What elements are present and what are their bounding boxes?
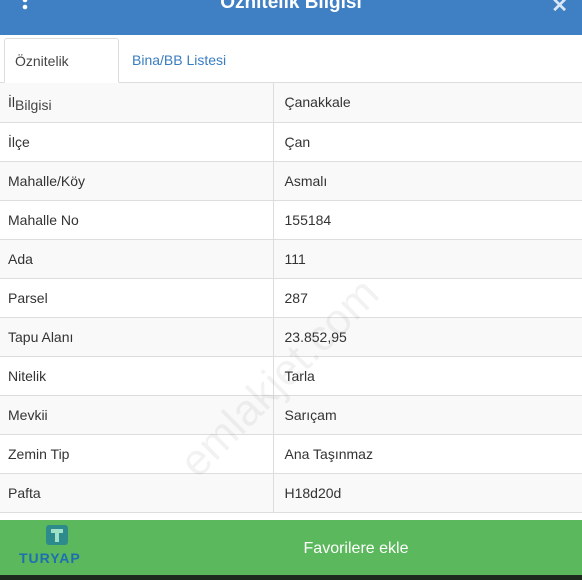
- table-row: Tapu Alanı 23.852,95: [0, 317, 582, 357]
- tab-bina-bb-listesi[interactable]: Bina/BB Listesi: [122, 38, 236, 83]
- table-row: Nitelik Tarla: [0, 356, 582, 396]
- attribute-key: Nitelik: [0, 356, 274, 396]
- footer-bar: TURYAP Favorilere ekle: [0, 520, 582, 580]
- table-row: Zemin Tip Ana Taşınmaz: [0, 434, 582, 474]
- attribute-key: Parsel: [0, 278, 274, 318]
- table-row: Mahalle/Köy Asmalı: [0, 161, 582, 201]
- table-row: İlçe Çan: [0, 122, 582, 162]
- tab-bar: Öznitelik Bilgisi Bina/BB Listesi: [0, 35, 582, 113]
- tab-oznitelik-bilgisi[interactable]: Öznitelik Bilgisi: [4, 38, 119, 113]
- turyap-logo-icon: [46, 525, 68, 545]
- attribute-key: Mevkii: [0, 395, 274, 435]
- table-row: İl Çanakkale: [0, 83, 582, 123]
- attribute-value: H18d20d: [273, 473, 582, 513]
- attribute-value: 155184: [273, 200, 582, 240]
- attribute-value: Çan: [273, 122, 582, 162]
- attribute-value: Çanakkale: [273, 83, 582, 123]
- attribute-value: Tarla: [273, 356, 582, 396]
- logo-text: TURYAP: [19, 550, 81, 566]
- attribute-key: Zemin Tip: [0, 434, 274, 474]
- table-row: Mahalle No 155184: [0, 200, 582, 240]
- attribute-value: Sarıçam: [273, 395, 582, 435]
- attribute-value: 287: [273, 278, 582, 318]
- attribute-key: İlçe: [0, 122, 274, 162]
- attribute-key: Mahalle/Köy: [0, 161, 274, 201]
- attribute-table: İl Çanakkale İlçe Çan Mahalle/Köy Asmalı Mahal…: [0, 83, 582, 520]
- attribute-key: Pafta: [0, 473, 274, 513]
- attribute-key: Mahalle No: [0, 200, 274, 240]
- attribute-value: 23.852,95: [273, 317, 582, 357]
- turyap-logo: TURYAP: [17, 524, 97, 572]
- bottom-strip: [0, 575, 582, 580]
- attribute-key: Tapu Alanı: [0, 317, 274, 357]
- table-row: Parsel 287: [0, 278, 582, 318]
- add-favorite-button[interactable]: Favorilere ekle: [130, 520, 582, 580]
- dialog-title: Öznitelik Bilgisi: [220, 0, 362, 13]
- table-row: Ada 111: [0, 239, 582, 279]
- table-row: Pafta H18d20d: [0, 473, 582, 513]
- title-bar: Öznitelik Bilgisi ✕: [0, 0, 582, 35]
- attribute-key: Ada: [0, 239, 274, 279]
- close-icon[interactable]: ✕: [551, 0, 568, 18]
- attribute-value: Ana Taşınmaz: [273, 434, 582, 474]
- table-row: Mevkii Sarıçam: [0, 395, 582, 435]
- attribute-value: Asmalı: [273, 161, 582, 201]
- attribute-value: 111: [273, 239, 582, 279]
